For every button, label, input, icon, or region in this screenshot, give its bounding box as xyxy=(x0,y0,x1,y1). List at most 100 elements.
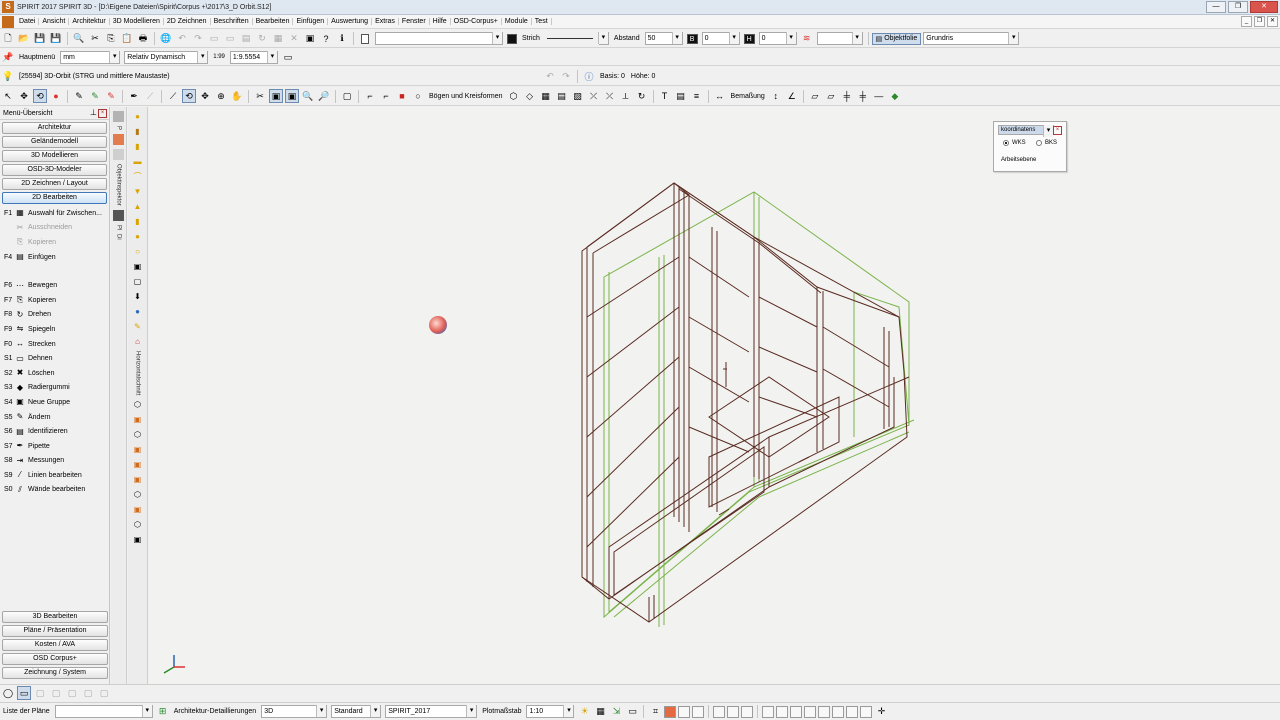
function-neue-gruppe[interactable]: S4 ▣ Neue Gruppe xyxy=(0,395,109,410)
help-icon[interactable]: ? xyxy=(319,32,333,46)
shape-d-icon[interactable]: ▣ xyxy=(132,444,143,455)
b-input[interactable]: 0 xyxy=(701,32,740,45)
minimize-button[interactable]: — xyxy=(1206,1,1226,13)
pencil-tool-icon[interactable]: ✎ xyxy=(132,321,143,332)
shape-f-icon[interactable]: ▣ xyxy=(132,474,143,485)
close-panel-icon[interactable]: × xyxy=(98,109,107,118)
function-drehen[interactable]: F8 ↻ Drehen xyxy=(0,308,109,323)
eraser-icon[interactable]: ✎ xyxy=(104,89,118,103)
color-tab-icon[interactable] xyxy=(113,134,124,146)
printer-tool-icon[interactable]: ▣ xyxy=(132,261,143,272)
grid-icon[interactable]: ▦ xyxy=(271,32,285,46)
sphere-icon[interactable]: ● xyxy=(49,89,63,103)
function-bewegen[interactable]: F6 ⋯ Bewegen xyxy=(0,278,109,293)
table-icon[interactable]: ▦ xyxy=(593,705,607,719)
function-radiergummi[interactable]: S3 ◆ Radiergummi xyxy=(0,381,109,396)
snap-perp-icon[interactable]: ▢ xyxy=(97,686,111,700)
view-mode-3-button[interactable] xyxy=(692,705,705,718)
text-icon[interactable]: T xyxy=(658,89,672,103)
axis2-icon[interactable]: ╪ xyxy=(856,89,870,103)
bks-radio[interactable]: BKS xyxy=(1036,140,1057,146)
plugin-icon[interactable]: ◆ xyxy=(888,89,902,103)
hatch-combo[interactable] xyxy=(816,32,863,45)
redo-icon[interactable]: ↷ xyxy=(191,32,205,46)
info-circle-icon[interactable]: ⓘ xyxy=(582,69,596,83)
mode-combo[interactable]: Relativ Dynamisch xyxy=(124,50,209,64)
panel-tab-icon[interactable] xyxy=(113,111,124,122)
snap-center-icon[interactable]: ▢ xyxy=(81,686,95,700)
view-mode-9-button[interactable] xyxy=(790,705,803,718)
category-plaene[interactable]: Pläne / Präsentation xyxy=(2,625,108,637)
snap-icon[interactable]: ▣ xyxy=(303,32,317,46)
ungroup-icon[interactable]: ▭ xyxy=(223,32,237,46)
view-mode-13-button[interactable] xyxy=(846,705,859,718)
menu-osd-corpus[interactable]: OSD-Corpus+ xyxy=(451,18,502,25)
category-3d-modellieren[interactable]: 3D Modellieren xyxy=(2,150,107,162)
window-icon[interactable]: ▭ xyxy=(281,50,295,64)
snap-end-icon[interactable]: ▢ xyxy=(65,686,79,700)
menu-fenster[interactable]: Fenster xyxy=(399,18,430,25)
ring-icon[interactable]: ○ xyxy=(132,246,143,257)
info-icon[interactable]: ℹ xyxy=(335,32,349,46)
dim-angle-icon[interactable]: ∠ xyxy=(785,89,799,103)
category-3d-bearbeiten[interactable]: 3D Bearbeiten xyxy=(2,611,108,623)
copy-icon[interactable]: ⎘ xyxy=(104,32,118,46)
view-mode-4-button[interactable] xyxy=(713,705,726,718)
save-icon[interactable]: 💾 xyxy=(33,32,47,46)
globe-icon[interactable]: 🌐 xyxy=(159,32,173,46)
print-preview-icon[interactable]: 🔍 xyxy=(72,32,86,46)
paste-icon[interactable]: 📋 xyxy=(120,32,134,46)
menu-bearbeiten[interactable]: Bearbeiten xyxy=(253,18,294,25)
sphere-tool-icon[interactable]: ● xyxy=(132,231,143,242)
shape-g-icon[interactable]: ⬡ xyxy=(132,489,143,500)
pen-icon[interactable]: ✎ xyxy=(72,89,86,103)
diamond-icon[interactable]: ◇ xyxy=(523,89,537,103)
category-architektur[interactable]: Architektur xyxy=(2,122,107,134)
pin-icon[interactable]: ⊥ xyxy=(90,108,97,117)
style-combo[interactable]: Standard xyxy=(331,705,382,718)
lamp-icon[interactable]: ▮ xyxy=(132,126,143,137)
stop-icon[interactable]: ■ xyxy=(395,89,409,103)
coord-system-combo[interactable]: koordinatens xyxy=(998,125,1054,137)
delete-icon[interactable]: ✕ xyxy=(287,32,301,46)
add-plan-icon[interactable]: ⊞ xyxy=(156,705,170,719)
circle-icon[interactable]: ○ xyxy=(411,89,425,103)
plan-list-combo[interactable] xyxy=(54,705,153,718)
brush-icon[interactable]: ✎ xyxy=(88,89,102,103)
grid-tab-icon[interactable] xyxy=(113,149,124,161)
monitor-tab-icon[interactable] xyxy=(113,209,124,221)
wks-radio[interactable]: WKS xyxy=(1003,140,1026,146)
view-mode-14-button[interactable] xyxy=(860,705,873,718)
light-icon[interactable]: ● xyxy=(132,111,143,122)
shape-e-icon[interactable]: ▣ xyxy=(132,459,143,470)
snap-off-icon[interactable]: ◯ xyxy=(1,686,15,700)
pen-combo[interactable] xyxy=(375,32,503,45)
shape2-icon[interactable]: ▱ xyxy=(824,89,838,103)
open-file-icon[interactable]: 📂 xyxy=(17,32,31,46)
scale-combo[interactable]: 1:9.5554 xyxy=(229,50,278,64)
category-osd-3d-modeler[interactable]: OSD-3D-Modeler xyxy=(2,164,107,176)
shape-a-icon[interactable]: ⬡ xyxy=(132,399,143,410)
menu-extras[interactable]: Extras xyxy=(372,18,399,25)
document-icon[interactable] xyxy=(2,15,14,28)
cut-icon[interactable]: ✂ xyxy=(88,32,102,46)
snap-point-icon[interactable]: ▢ xyxy=(33,686,47,700)
zoom-window-icon[interactable]: ⊕ xyxy=(214,89,228,103)
pipette-icon[interactable]: ✒ xyxy=(127,89,141,103)
image-icon[interactable]: ▦ xyxy=(539,89,553,103)
dim-vert-icon[interactable]: ↕ xyxy=(769,89,783,103)
view-mode-10-button[interactable] xyxy=(804,705,817,718)
bks-radio-dot[interactable] xyxy=(1036,140,1042,146)
pan-icon[interactable]: ✥ xyxy=(198,89,212,103)
snap-mid-icon[interactable]: ▢ xyxy=(49,686,63,700)
menu-einfuegen[interactable]: Einfügen xyxy=(293,18,329,25)
view-combo[interactable]: Grundris xyxy=(923,32,1020,45)
tab-horizontalschnitt[interactable]: Horizontalschnitt xyxy=(135,351,141,395)
zoom-icon[interactable]: 🔍 xyxy=(301,89,315,103)
shape-icon[interactable]: ▱ xyxy=(808,89,822,103)
crosshair-icon[interactable]: ✛ xyxy=(874,705,888,719)
view-mode-5-button[interactable] xyxy=(727,705,740,718)
drop-icon[interactable]: ● xyxy=(132,306,143,317)
line-tool-icon[interactable]: — xyxy=(872,89,886,103)
tab-pl[interactable]: Pl xyxy=(116,225,122,230)
